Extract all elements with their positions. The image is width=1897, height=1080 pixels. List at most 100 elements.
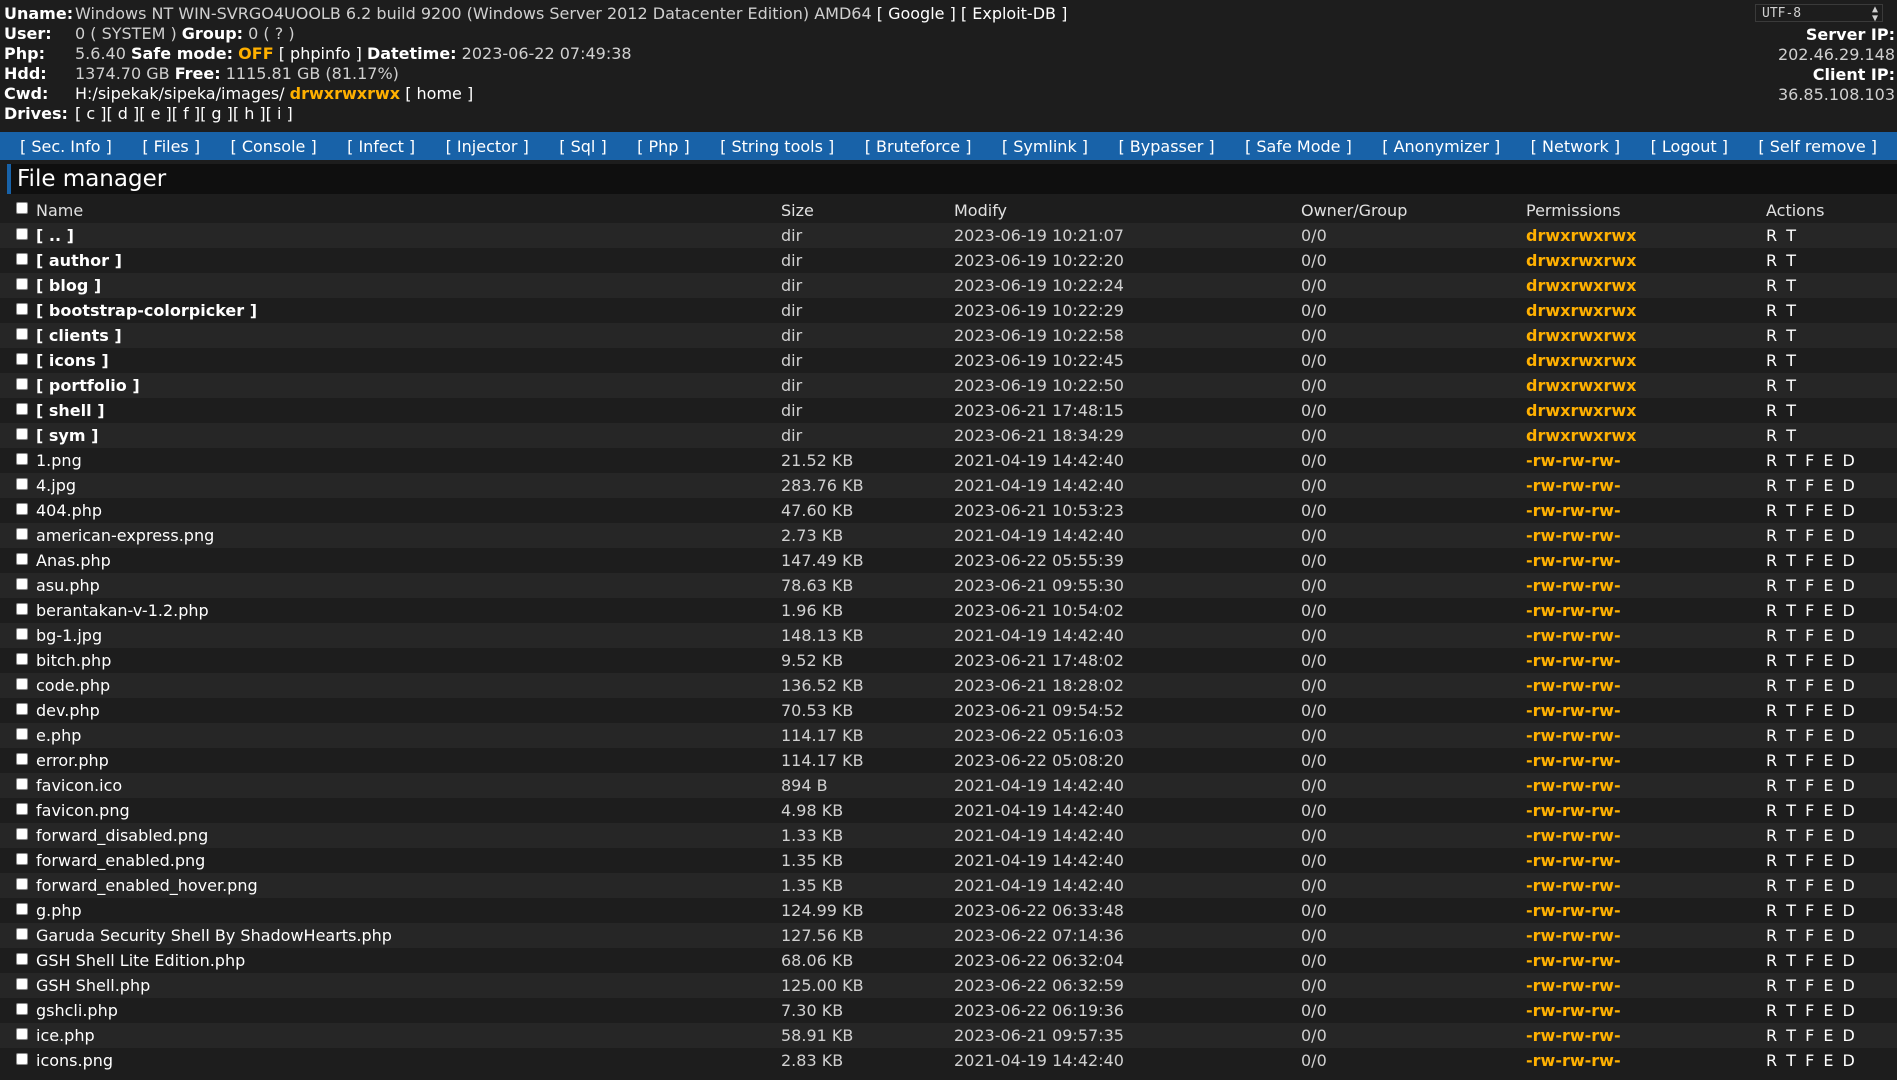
file-permissions[interactable]: -rw-rw-rw- [1526, 851, 1621, 870]
drive-f-link[interactable]: [ f ] [172, 104, 200, 123]
file-permissions[interactable]: -rw-rw-rw- [1526, 876, 1621, 895]
file-name-link[interactable]: asu.php [36, 576, 100, 595]
row-actions[interactable]: R T F E D [1766, 626, 1857, 645]
file-permissions[interactable]: -rw-rw-rw- [1526, 576, 1621, 595]
file-name-link[interactable]: icons.png [36, 1051, 113, 1070]
row-checkbox[interactable] [16, 377, 28, 390]
file-name-link[interactable]: GSH Shell.php [36, 976, 150, 995]
row-actions[interactable]: R T F E D [1766, 1051, 1857, 1070]
row-checkbox[interactable] [16, 527, 28, 540]
row-actions[interactable]: R T [1766, 326, 1798, 345]
file-name-link[interactable]: forward_disabled.png [36, 826, 208, 845]
dir-name-link[interactable]: [ sym ] [36, 426, 98, 445]
file-permissions[interactable]: -rw-rw-rw- [1526, 926, 1621, 945]
menu-injector[interactable]: [ Injector ] [446, 137, 529, 156]
dir-name-link[interactable]: [ clients ] [36, 326, 122, 345]
dir-name-link[interactable]: [ portfolio ] [36, 376, 140, 395]
file-name-link[interactable]: Anas.php [36, 551, 111, 570]
file-permissions[interactable]: drwxrwxrwx [1526, 301, 1636, 320]
file-modified[interactable]: 2021-04-19 14:42:40 [954, 848, 1301, 873]
drive-h-link[interactable]: [ h ] [233, 104, 266, 123]
google-link[interactable]: [ Google ] [877, 4, 956, 23]
row-checkbox[interactable] [16, 752, 28, 765]
file-modified[interactable]: 2023-06-21 09:57:35 [954, 1023, 1301, 1048]
file-permissions[interactable]: -rw-rw-rw- [1526, 976, 1621, 995]
file-modified[interactable]: 2023-06-22 05:16:03 [954, 723, 1301, 748]
file-permissions[interactable]: drwxrwxrwx [1526, 226, 1636, 245]
file-modified[interactable]: 2023-06-22 06:33:48 [954, 898, 1301, 923]
file-name-link[interactable]: Garuda Security Shell By ShadowHearts.ph… [36, 926, 392, 945]
file-permissions[interactable]: -rw-rw-rw- [1526, 776, 1621, 795]
file-name-link[interactable]: 4.jpg [36, 476, 76, 495]
row-actions[interactable]: R T F E D [1766, 651, 1857, 670]
menu-symlink[interactable]: [ Symlink ] [1002, 137, 1088, 156]
menu-string-tools[interactable]: [ String tools ] [720, 137, 834, 156]
menu-sql[interactable]: [ Sql ] [559, 137, 606, 156]
home-link[interactable]: [ home ] [405, 84, 473, 103]
row-actions[interactable]: R T [1766, 276, 1798, 295]
row-actions[interactable]: R T [1766, 351, 1798, 370]
row-checkbox[interactable] [16, 727, 28, 740]
row-actions[interactable]: R T F E D [1766, 451, 1857, 470]
file-permissions[interactable]: -rw-rw-rw- [1526, 801, 1621, 820]
file-modified[interactable]: 2021-04-19 14:42:40 [954, 448, 1301, 473]
menu-sec-info[interactable]: [ Sec. Info ] [20, 137, 112, 156]
file-modified[interactable]: 2023-06-21 18:34:29 [954, 423, 1301, 448]
file-modified[interactable]: 2021-04-19 14:42:40 [954, 523, 1301, 548]
row-checkbox[interactable] [16, 777, 28, 790]
file-modified[interactable]: 2023-06-19 10:21:07 [954, 223, 1301, 248]
row-actions[interactable]: R T F E D [1766, 526, 1857, 545]
file-permissions[interactable]: -rw-rw-rw- [1526, 676, 1621, 695]
row-checkbox[interactable] [16, 602, 28, 615]
row-checkbox[interactable] [16, 627, 28, 640]
row-checkbox[interactable] [16, 452, 28, 465]
row-actions[interactable]: R T F E D [1766, 851, 1857, 870]
file-name-link[interactable]: dev.php [36, 701, 100, 720]
row-actions[interactable]: R T F E D [1766, 776, 1857, 795]
file-name-link[interactable]: ice.php [36, 1026, 95, 1045]
row-checkbox[interactable] [16, 552, 28, 565]
file-modified[interactable]: 2023-06-21 10:54:02 [954, 598, 1301, 623]
select-all-checkbox[interactable] [16, 202, 28, 214]
file-modified[interactable]: 2021-04-19 14:42:40 [954, 823, 1301, 848]
menu-safe-mode[interactable]: [ Safe Mode ] [1245, 137, 1352, 156]
row-checkbox[interactable] [16, 802, 28, 815]
menu-infect[interactable]: [ Infect ] [347, 137, 415, 156]
dir-name-link[interactable]: [ bootstrap-colorpicker ] [36, 301, 257, 320]
row-checkbox[interactable] [16, 677, 28, 690]
file-permissions[interactable]: -rw-rw-rw- [1526, 826, 1621, 845]
file-name-link[interactable]: bitch.php [36, 651, 111, 670]
drive-d-link[interactable]: [ d ] [106, 104, 139, 123]
row-checkbox[interactable] [16, 277, 28, 290]
file-permissions[interactable]: -rw-rw-rw- [1526, 651, 1621, 670]
file-modified[interactable]: 2023-06-21 10:53:23 [954, 498, 1301, 523]
row-actions[interactable]: R T [1766, 251, 1798, 270]
row-checkbox[interactable] [16, 652, 28, 665]
file-permissions[interactable]: -rw-rw-rw- [1526, 626, 1621, 645]
row-checkbox[interactable] [16, 327, 28, 340]
row-checkbox[interactable] [16, 577, 28, 590]
exploitdb-link[interactable]: [ Exploit-DB ] [961, 4, 1067, 23]
file-permissions[interactable]: drwxrwxrwx [1526, 351, 1636, 370]
drive-e-link[interactable]: [ e ] [139, 104, 172, 123]
file-modified[interactable]: 2023-06-21 09:55:30 [954, 573, 1301, 598]
drive-g-link[interactable]: [ g ] [200, 104, 233, 123]
file-name-link[interactable]: g.php [36, 901, 82, 920]
row-actions[interactable]: R T F E D [1766, 976, 1857, 995]
file-modified[interactable]: 2021-04-19 14:42:40 [954, 473, 1301, 498]
row-checkbox[interactable] [16, 902, 28, 915]
row-actions[interactable]: R T F E D [1766, 476, 1857, 495]
column-name-header[interactable]: Name [36, 197, 781, 223]
row-checkbox[interactable] [16, 952, 28, 965]
file-modified[interactable]: 2023-06-21 18:28:02 [954, 673, 1301, 698]
drive-i-link[interactable]: [ i ] [266, 104, 293, 123]
column-owner-header[interactable]: Owner/Group [1301, 197, 1526, 223]
file-permissions[interactable]: drwxrwxrwx [1526, 426, 1636, 445]
row-actions[interactable]: R T F E D [1766, 501, 1857, 520]
row-actions[interactable]: R T F E D [1766, 1026, 1857, 1045]
file-permissions[interactable]: drwxrwxrwx [1526, 376, 1636, 395]
row-actions[interactable]: R T [1766, 401, 1798, 420]
phpinfo-link[interactable]: [ phpinfo ] [279, 44, 362, 63]
file-modified[interactable]: 2023-06-22 06:32:04 [954, 948, 1301, 973]
file-name-link[interactable]: 1.png [36, 451, 82, 470]
